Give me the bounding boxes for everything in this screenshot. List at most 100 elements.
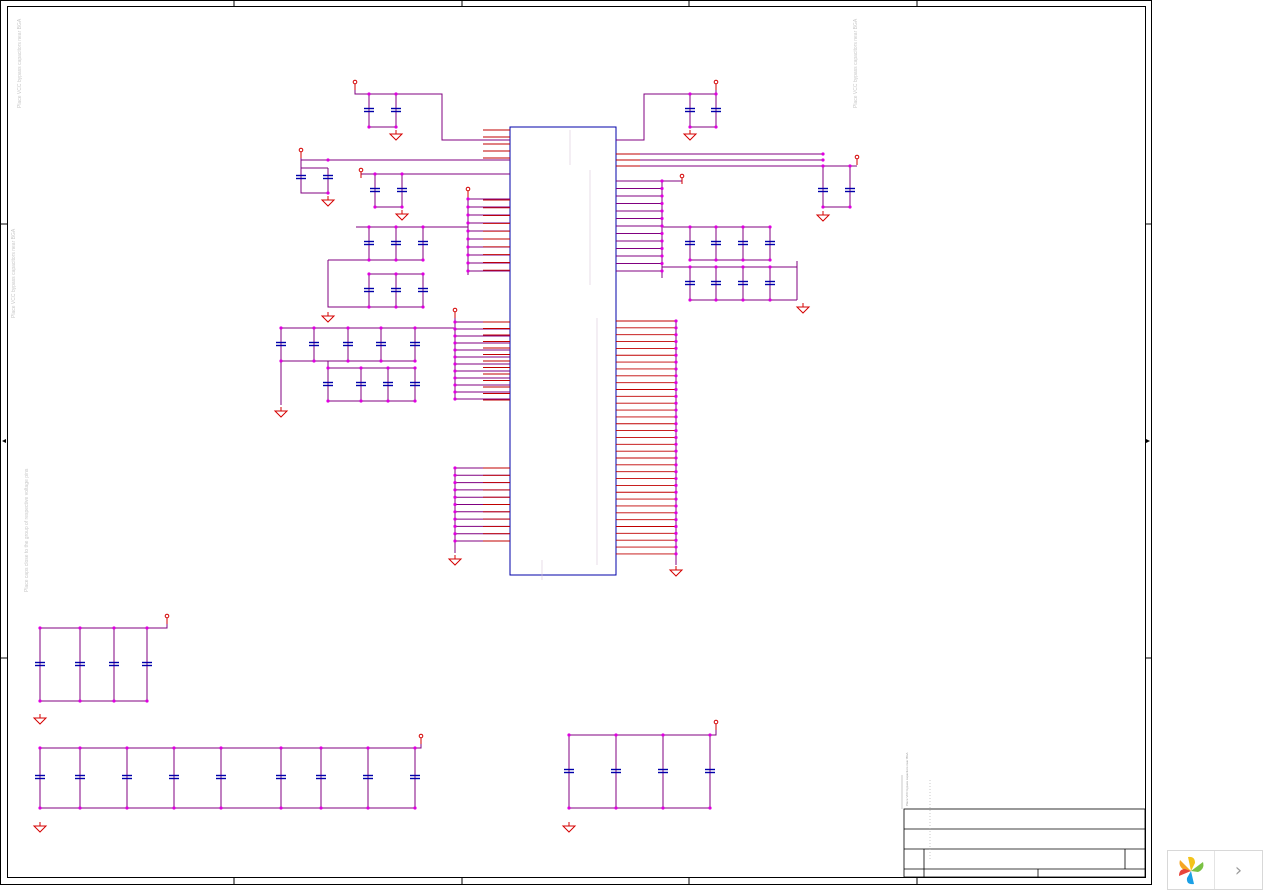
junction-dot bbox=[466, 221, 470, 225]
junction-dot bbox=[674, 442, 678, 446]
junction-dot bbox=[359, 366, 363, 370]
power-port-icon bbox=[679, 173, 685, 179]
junction-dot bbox=[413, 366, 417, 370]
junction-dot bbox=[674, 353, 678, 357]
junction-dot bbox=[688, 298, 692, 302]
junction-dot bbox=[848, 205, 852, 209]
junction-dot bbox=[453, 369, 457, 373]
junction-dot bbox=[741, 265, 745, 269]
junction-dot bbox=[674, 531, 678, 535]
power-port-symbols bbox=[164, 79, 860, 744]
junction-dot bbox=[326, 366, 330, 370]
junction-dot bbox=[821, 158, 825, 162]
ground-icon bbox=[273, 407, 289, 418]
junction-dot bbox=[453, 327, 457, 331]
junction-dot bbox=[453, 362, 457, 366]
junction-dot bbox=[714, 298, 718, 302]
junction-dot bbox=[768, 225, 772, 229]
junction-dot bbox=[394, 258, 398, 262]
junction-dot bbox=[674, 435, 678, 440]
junction-dot bbox=[400, 205, 404, 209]
junction-dot bbox=[714, 125, 718, 129]
junction-dot bbox=[768, 298, 772, 302]
power-port-icon bbox=[164, 613, 170, 619]
ground-icon bbox=[668, 566, 684, 577]
junction-dot bbox=[367, 225, 371, 229]
design-note: Place VCC bypass capacitors near BGA bbox=[17, 18, 23, 108]
junction-dot bbox=[688, 92, 692, 96]
power-port-icon bbox=[352, 79, 358, 85]
junction-dot bbox=[466, 237, 470, 241]
design-note: Place caps close to the group of respect… bbox=[24, 468, 30, 592]
junction-dot bbox=[821, 164, 825, 168]
ground-icon bbox=[32, 714, 48, 725]
power-port-icon bbox=[465, 186, 471, 192]
junction-dot bbox=[394, 92, 398, 96]
junction-dot bbox=[674, 387, 678, 392]
junction-dot bbox=[688, 125, 692, 129]
junction-dot bbox=[279, 806, 283, 810]
junction-dot bbox=[674, 333, 678, 337]
junction-dot bbox=[661, 806, 665, 810]
title-block bbox=[901, 775, 1146, 878]
power-port-icon bbox=[713, 79, 719, 85]
junction-dot bbox=[708, 733, 712, 737]
junction-dot bbox=[373, 172, 377, 176]
junction-dot bbox=[453, 355, 457, 359]
junction-dot bbox=[660, 194, 664, 198]
junction-dot bbox=[688, 258, 692, 262]
design-note: Place VCC bypass capacitors near BGA bbox=[905, 752, 909, 806]
zone-marker-right bbox=[1146, 439, 1150, 443]
junction-dot bbox=[688, 225, 692, 229]
junction-dot bbox=[78, 746, 82, 750]
junction-dot bbox=[326, 191, 330, 195]
power-port-icon bbox=[358, 167, 364, 173]
junction-dot bbox=[145, 626, 149, 630]
junction-dot bbox=[674, 367, 678, 371]
junction-dot bbox=[219, 806, 223, 810]
junction-dot bbox=[413, 806, 417, 810]
junction-dot bbox=[674, 470, 678, 474]
net-wires bbox=[39, 90, 857, 809]
wire bbox=[360, 173, 510, 178]
junction-dot bbox=[453, 341, 457, 345]
viewer-navigation-widget: › bbox=[1167, 850, 1263, 890]
pinwheel-logo-icon[interactable] bbox=[1168, 851, 1215, 889]
junction-dot bbox=[279, 359, 283, 363]
zone-marker-left bbox=[2, 439, 6, 443]
junction-dot bbox=[674, 476, 678, 481]
junction-dot bbox=[367, 92, 371, 96]
junction-dot bbox=[453, 539, 457, 543]
junction-dot bbox=[326, 158, 330, 162]
junction-dot bbox=[821, 205, 825, 209]
junction-dot bbox=[848, 164, 852, 168]
junction-dot bbox=[359, 399, 363, 403]
junction-dot bbox=[674, 319, 678, 323]
junction-dot bbox=[466, 253, 470, 257]
junction-dot bbox=[366, 746, 370, 750]
junction-dot bbox=[413, 746, 417, 750]
junction-dot bbox=[674, 326, 678, 330]
schematic-sheet bbox=[0, 0, 1152, 885]
net-junctions bbox=[38, 92, 852, 810]
junction-dot bbox=[367, 125, 371, 129]
junction-dot bbox=[453, 466, 457, 470]
junction-dot bbox=[279, 746, 283, 750]
junction-dot bbox=[78, 699, 82, 703]
junction-dot bbox=[661, 733, 665, 737]
power-port-icon bbox=[298, 147, 304, 153]
wire bbox=[40, 744, 422, 749]
junction-dot bbox=[326, 399, 330, 403]
ground-icon bbox=[561, 822, 577, 833]
junction-dot bbox=[453, 481, 457, 485]
decoupling-capacitors bbox=[35, 107, 855, 780]
junction-dot bbox=[466, 205, 470, 209]
junction-dot bbox=[660, 179, 664, 183]
junction-dot bbox=[172, 806, 176, 810]
junction-dot bbox=[453, 376, 457, 380]
junction-dot bbox=[78, 626, 82, 630]
fpga-pin-labels bbox=[541, 130, 598, 580]
next-page-button[interactable]: › bbox=[1215, 851, 1262, 889]
junction-dot bbox=[660, 209, 664, 213]
ground-icon bbox=[388, 130, 404, 141]
